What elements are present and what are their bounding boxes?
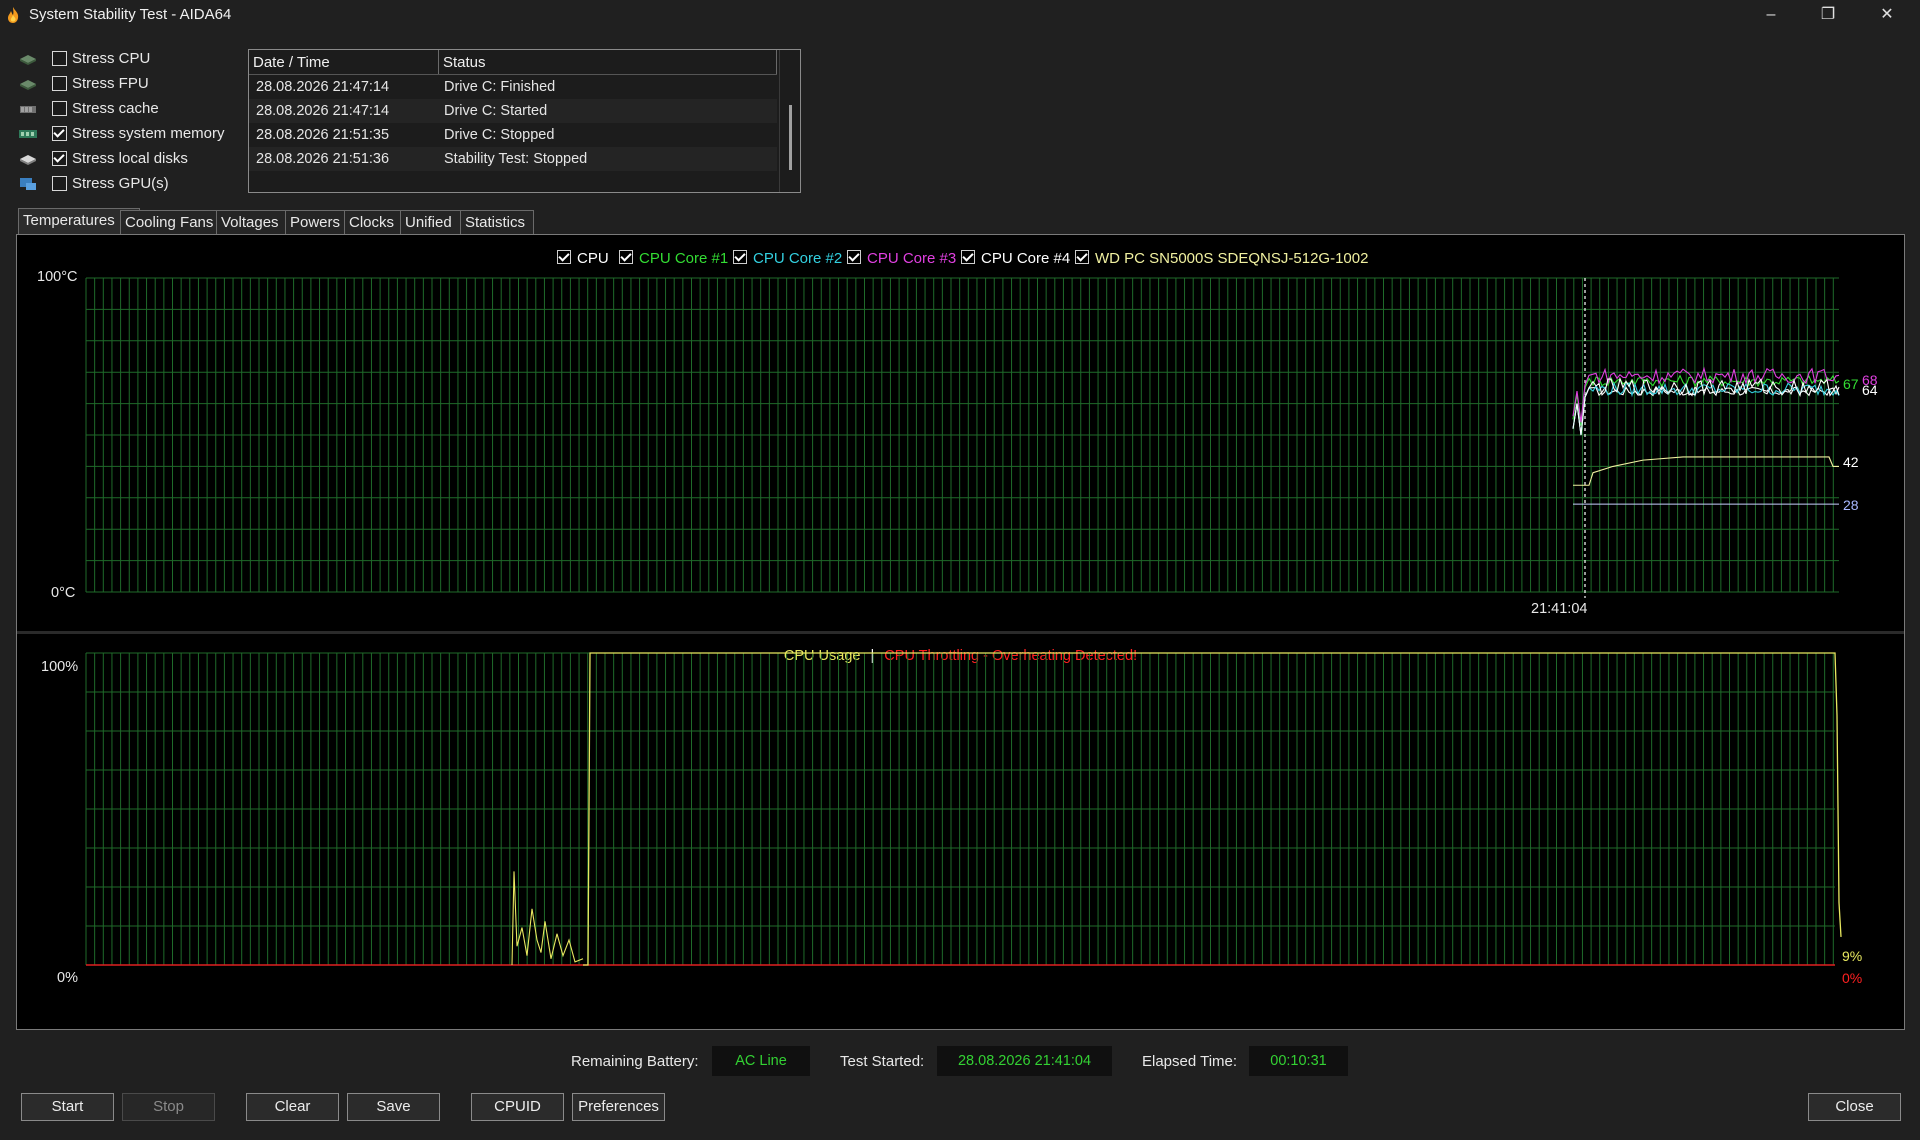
end-value-ssd: 42	[1843, 454, 1859, 470]
close-button[interactable]: Close	[1808, 1093, 1901, 1121]
test-started-value: 28.08.2026 21:41:04	[937, 1046, 1112, 1076]
row-status: Stability Test: Stopped	[444, 151, 588, 167]
end-value-cpu: 64	[1862, 382, 1878, 398]
stress-gpu-checkbox[interactable]	[52, 176, 67, 191]
battery-value: AC Line	[712, 1046, 810, 1076]
table-row[interactable]: 28.08.2026 21:51:35 Drive C: Stopped	[249, 123, 777, 147]
stress-disks-checkbox[interactable]	[52, 151, 67, 166]
row-status: Drive C: Started	[444, 103, 548, 119]
stress-gpu-label: Stress GPU(s)	[72, 175, 169, 192]
charts-panel: CPU CPU Core #1 CPU Core #2 CPU Core #3 …	[16, 234, 1905, 1030]
status-log-table[interactable]: Date / Time Status 28.08.2026 21:47:14 D…	[248, 49, 801, 193]
usage-idle-spikes	[511, 871, 584, 966]
header-divider[interactable]	[438, 50, 439, 74]
elapsed-time-value: 00:10:31	[1249, 1046, 1348, 1076]
temperature-chart: CPU CPU Core #1 CPU Core #2 CPU Core #3 …	[17, 235, 1904, 631]
window-title: System Stability Test - AIDA64	[29, 6, 232, 23]
fpu-icon	[20, 80, 36, 90]
stress-cpu-label: Stress CPU	[72, 50, 151, 67]
tab-clocks[interactable]: Clocks	[344, 210, 402, 234]
time-marker-label: 21:41:04	[1531, 601, 1588, 617]
header-divider[interactable]	[776, 50, 777, 74]
gpu-icon	[20, 178, 36, 190]
disk-icon	[20, 155, 36, 165]
elapsed-time-label: Elapsed Time:	[1142, 1053, 1238, 1070]
close-window-button[interactable]: ✕	[1864, 0, 1910, 30]
cpuid-button[interactable]: CPUID	[471, 1093, 564, 1121]
end-value-baseline: 28	[1843, 497, 1859, 513]
tab-unified[interactable]: Unified	[400, 210, 462, 234]
save-button[interactable]: Save	[347, 1093, 440, 1121]
throttle-end-value: 0%	[1842, 970, 1863, 986]
stress-fpu-checkbox[interactable]	[52, 76, 67, 91]
stop-button[interactable]: Stop	[122, 1093, 215, 1121]
row-datetime: 28.08.2026 21:51:36	[256, 151, 390, 167]
row-datetime: 28.08.2026 21:47:14	[256, 79, 390, 95]
tab-voltages[interactable]: Voltages	[216, 210, 287, 234]
scrollbar-thumb[interactable]	[789, 105, 792, 170]
minimize-button[interactable]: –	[1748, 0, 1794, 30]
temperature-plot	[85, 277, 1840, 598]
usage-end-value: 9%	[1842, 948, 1863, 964]
cpu-usage-chart: CPU Usage | CPU Throttling - Overheating…	[17, 634, 1904, 1028]
tab-cooling-fans[interactable]: Cooling Fans	[120, 210, 218, 234]
row-status: Drive C: Stopped	[444, 127, 555, 143]
stress-cpu-checkbox[interactable]	[52, 51, 67, 66]
cpu-icon	[20, 55, 36, 65]
table-row[interactable]: 28.08.2026 21:47:14 Drive C: Started	[249, 99, 777, 123]
tab-powers[interactable]: Powers	[285, 210, 346, 234]
restore-button[interactable]: ❐	[1805, 0, 1851, 30]
stress-cache-label: Stress cache	[72, 100, 159, 117]
aida64-flame-icon	[8, 7, 19, 23]
end-value-core1: 67	[1843, 376, 1859, 392]
stress-disks-label: Stress local disks	[72, 150, 188, 167]
clear-button[interactable]: Clear	[246, 1093, 339, 1121]
stress-memory-checkbox[interactable]	[52, 126, 67, 141]
usage-plot	[85, 652, 1842, 966]
stress-cache-checkbox[interactable]	[52, 101, 67, 116]
header-datetime[interactable]: Date / Time	[253, 54, 330, 71]
row-status: Drive C: Finished	[444, 79, 556, 95]
cache-icon	[20, 106, 36, 113]
header-status[interactable]: Status	[443, 54, 486, 71]
table-row[interactable]: 28.08.2026 21:47:14 Drive C: Finished	[249, 75, 777, 99]
test-started-label: Test Started:	[840, 1053, 925, 1070]
memory-icon	[19, 130, 37, 138]
battery-label: Remaining Battery:	[571, 1053, 699, 1070]
stress-memory-label: Stress system memory	[72, 125, 225, 142]
row-datetime: 28.08.2026 21:51:35	[256, 127, 390, 143]
stress-fpu-label: Stress FPU	[72, 75, 149, 92]
preferences-button[interactable]: Preferences	[572, 1093, 665, 1121]
status-table-header: Date / Time Status	[249, 50, 777, 75]
title-bar: System Stability Test - AIDA64 – ❐ ✕	[0, 0, 1920, 30]
tab-statistics[interactable]: Statistics	[460, 210, 534, 234]
status-scrollbar[interactable]	[779, 50, 800, 192]
row-datetime: 28.08.2026 21:47:14	[256, 103, 390, 119]
table-row[interactable]: 28.08.2026 21:51:36 Stability Test: Stop…	[249, 147, 777, 171]
start-button[interactable]: Start	[21, 1093, 114, 1121]
